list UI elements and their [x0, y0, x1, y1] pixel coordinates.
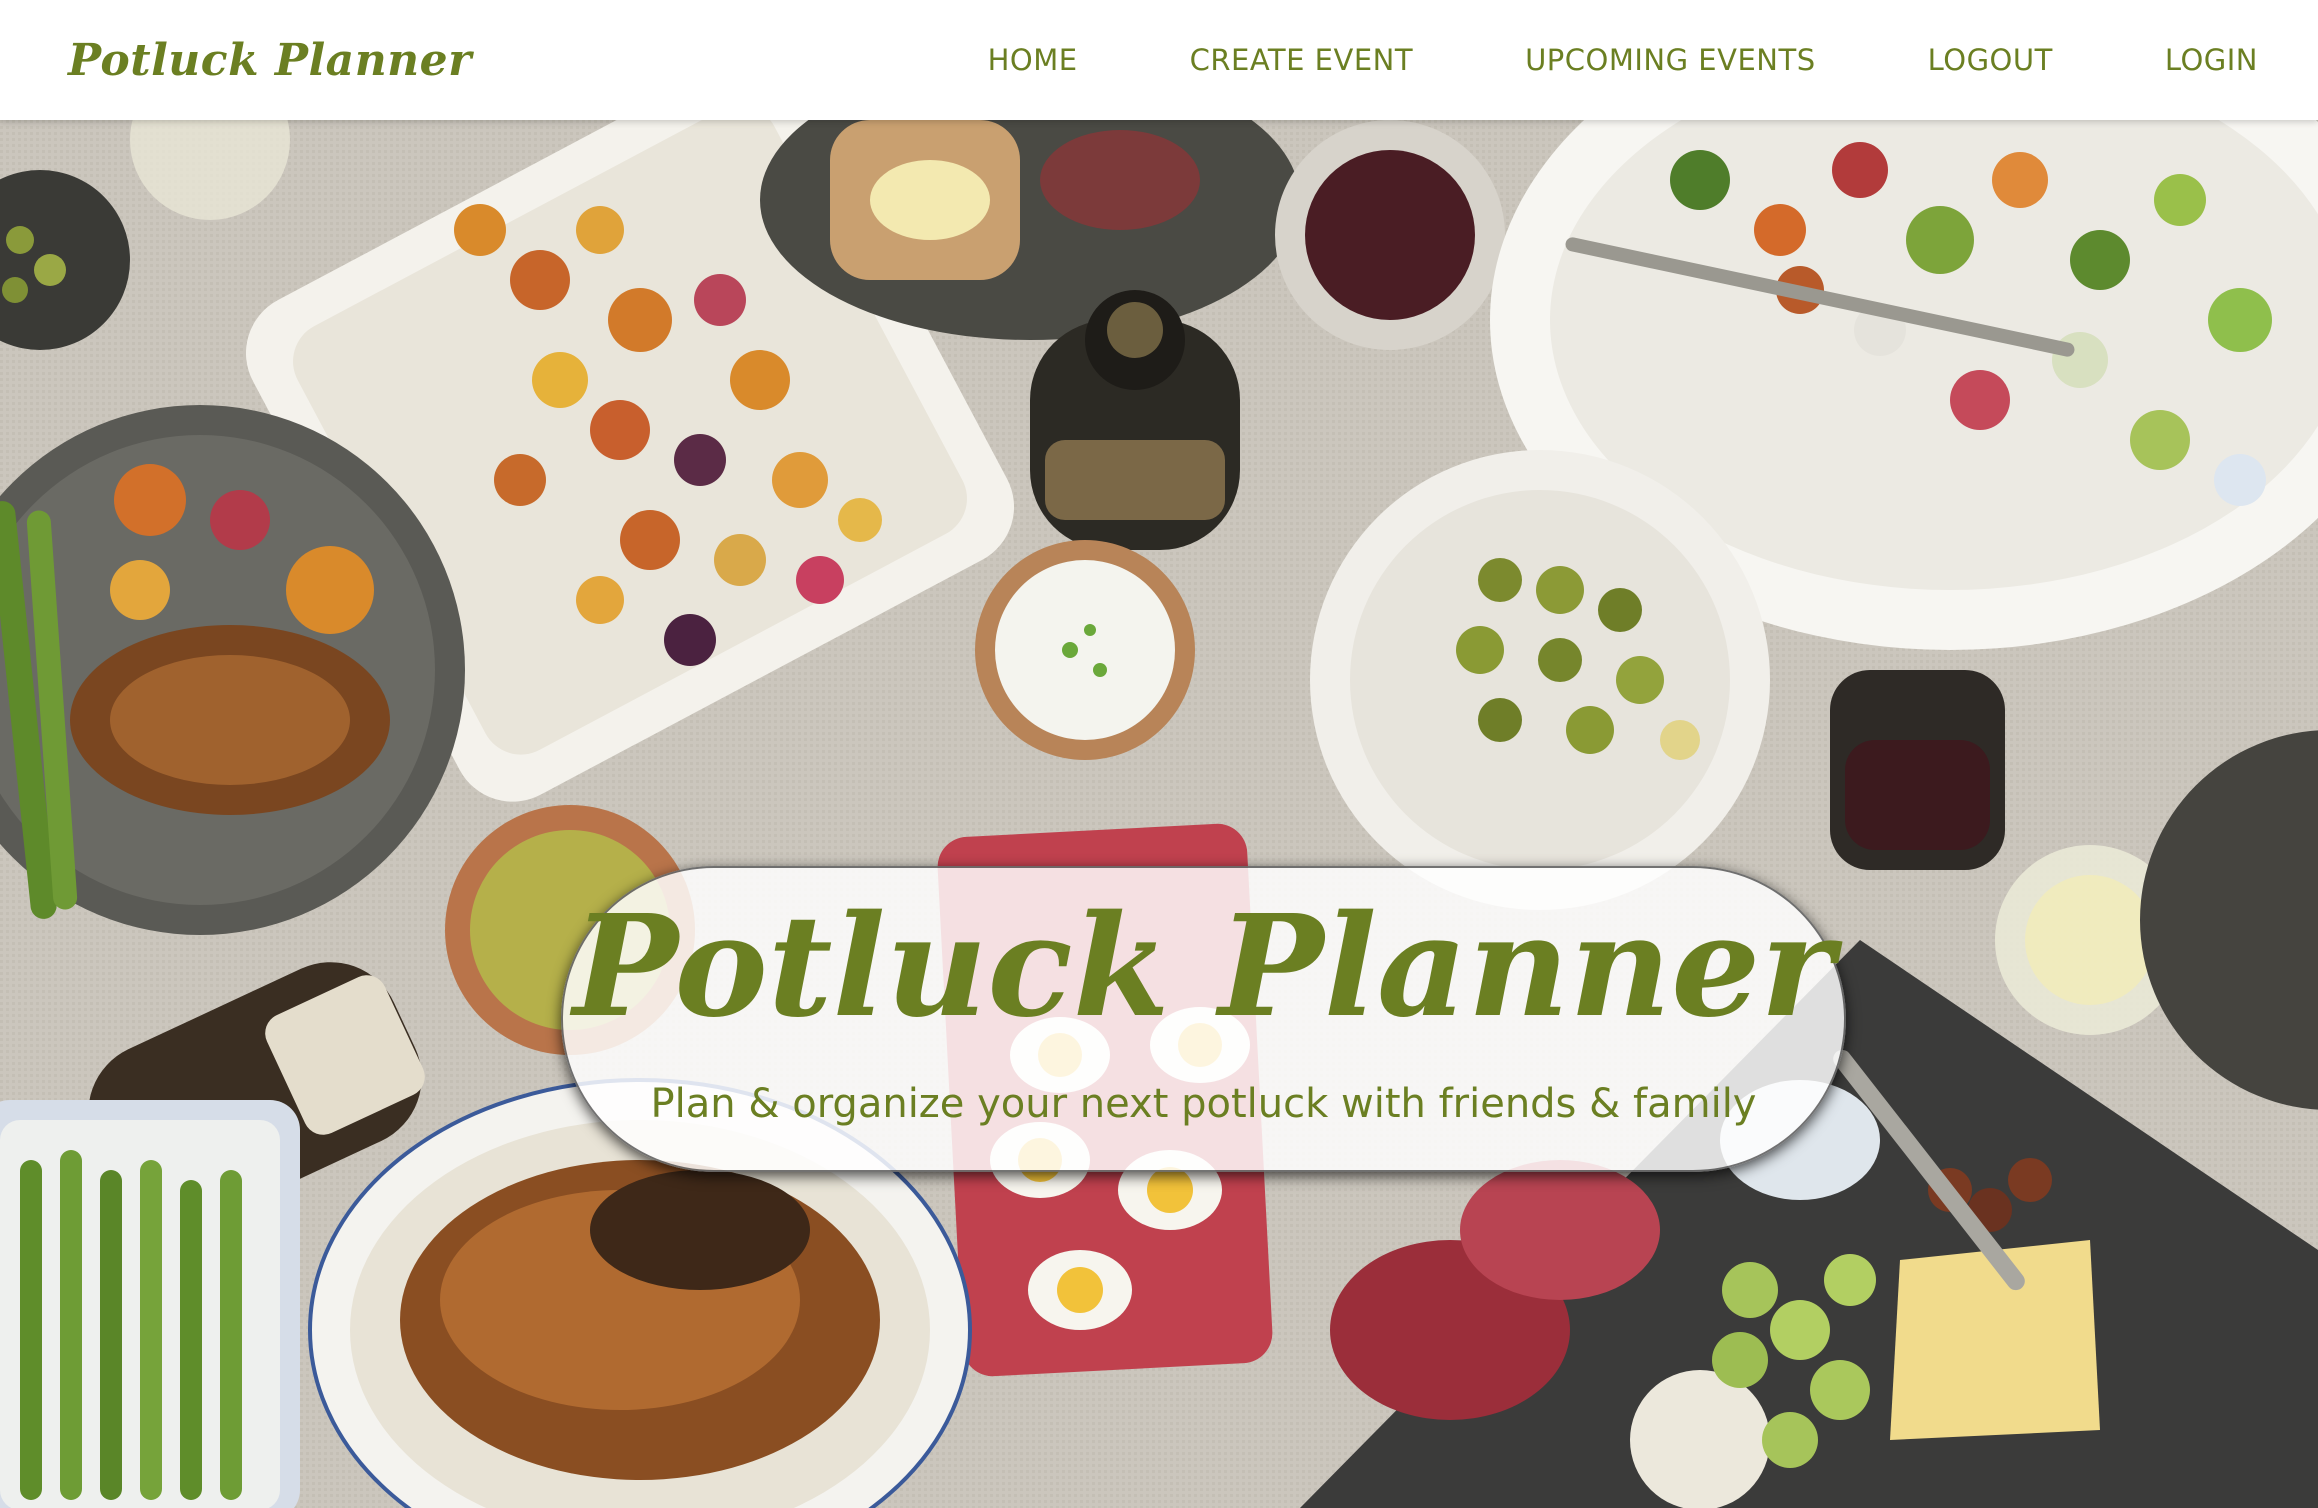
hero-banner: Potluck Planner Plan & organize your nex… — [561, 866, 1846, 1172]
hero-section: Potluck Planner Plan & organize your nex… — [0, 120, 2318, 1508]
hero-subtitle: Plan & organize your next potluck with f… — [650, 1081, 1757, 1127]
nav-login[interactable]: LOGIN — [2165, 43, 2258, 77]
main-nav: HOME CREATE EVENT UPCOMING EVENTS LOGOUT… — [876, 43, 2258, 77]
nav-home[interactable]: HOME — [988, 43, 1078, 77]
nav-logout[interactable]: LOGOUT — [1928, 43, 2053, 77]
nav-create-event[interactable]: CREATE EVENT — [1190, 43, 1413, 77]
top-navbar: Potluck Planner HOME CREATE EVENT UPCOMI… — [0, 0, 2318, 120]
nav-upcoming-events[interactable]: UPCOMING EVENTS — [1525, 43, 1816, 77]
hero-food-photo — [0, 120, 2318, 1508]
brand-logo[interactable]: Potluck Planner — [68, 35, 472, 86]
hero-title: Potluck Planner — [572, 885, 1835, 1049]
